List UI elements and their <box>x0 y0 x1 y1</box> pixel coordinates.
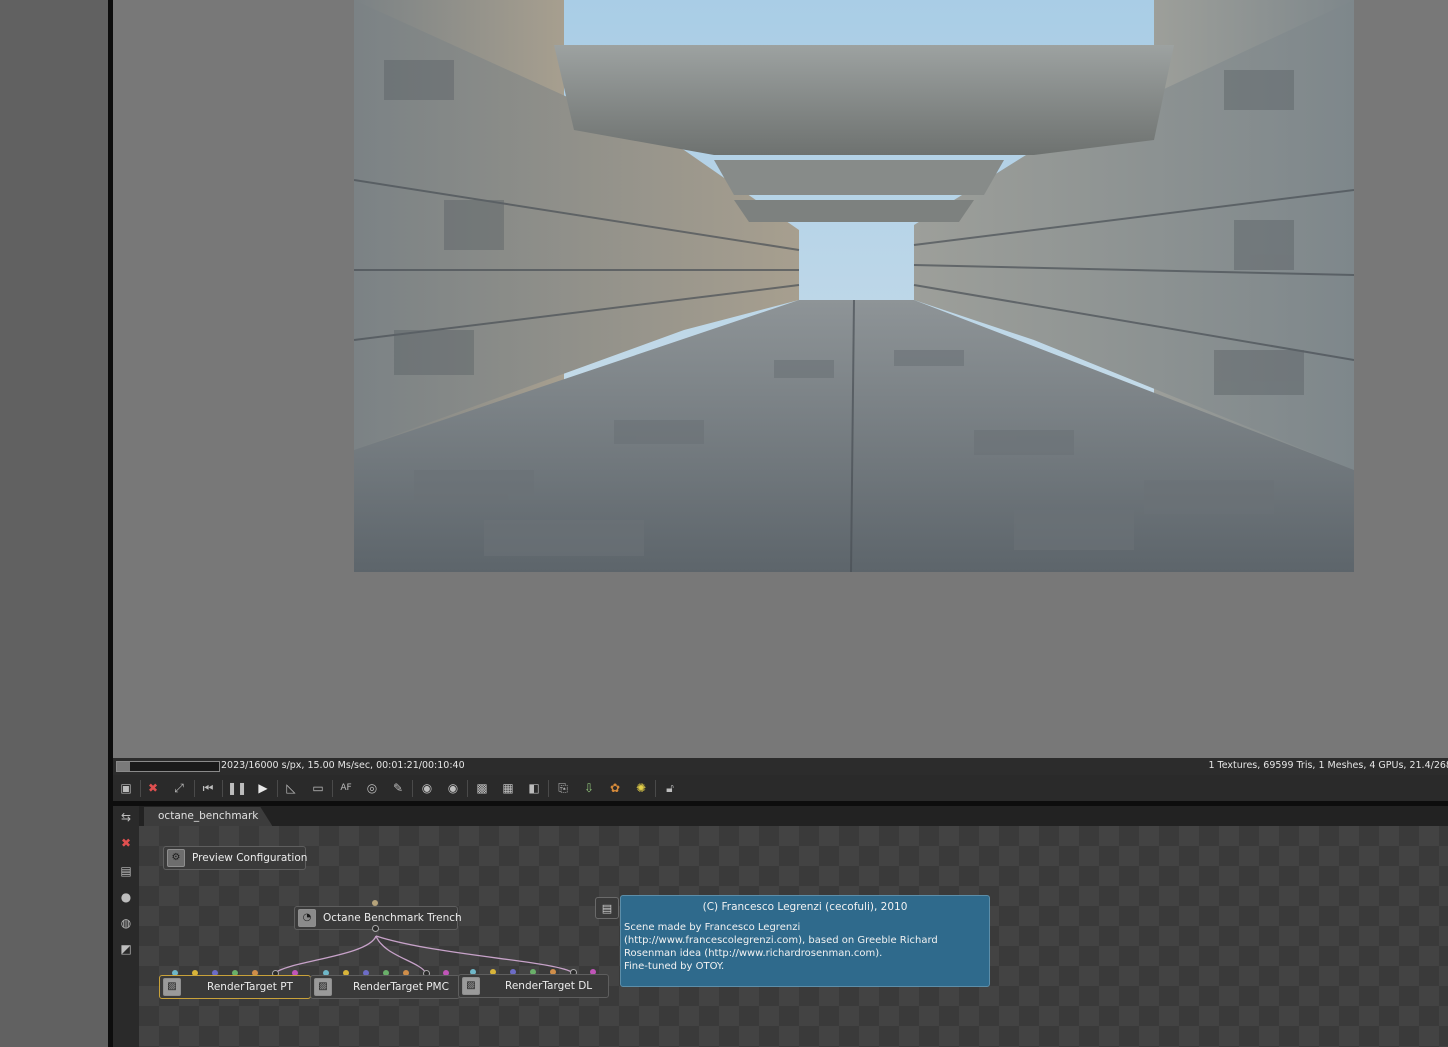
render-image-art <box>354 0 1354 572</box>
alpha-icon[interactable]: ▩ <box>473 779 491 797</box>
copy-icon[interactable]: ⎘ <box>554 779 572 797</box>
lock-icon[interactable]: 🔓︎ <box>661 779 679 797</box>
graph-geometry-icon[interactable]: ◩ <box>117 940 135 958</box>
comment-line: Scene made by Francesco Legrenzi <box>624 922 801 933</box>
comment-body: Scene made by Francesco Legrenzi (http:/… <box>624 921 979 973</box>
render-viewport[interactable] <box>113 0 1448 758</box>
restart-render-icon[interactable]: ⏮ <box>199 779 217 797</box>
render-progress-fill <box>117 762 130 771</box>
import-icon[interactable]: ⇩ <box>580 779 598 797</box>
node-render-target-pmc[interactable]: ▨ RenderTarget PMC <box>310 975 460 999</box>
render-progress-bar <box>116 761 220 772</box>
autofocus-label: AF <box>340 783 352 793</box>
graph-texture-icon[interactable]: ◍ <box>117 914 135 932</box>
save-render-icon[interactable]: ▣ <box>117 779 135 797</box>
graph-layout-icon[interactable]: ⇆ <box>117 808 135 826</box>
light-icon[interactable]: ✺ <box>632 779 650 797</box>
play-icon[interactable]: ▶ <box>254 779 272 797</box>
zoom-in-icon[interactable]: ◉ <box>418 779 436 797</box>
scene-stats-text: 1 Textures, 69599 Tris, 1 Meshes, 4 GPUs… <box>1208 760 1448 771</box>
pause-icon[interactable]: ❚❚ <box>227 779 247 797</box>
graph-material-icon[interactable]: ● <box>117 888 135 906</box>
toolbar-separator <box>222 780 223 797</box>
white-balance-icon[interactable]: ◎ <box>363 779 381 797</box>
toolbar-separator <box>467 780 468 797</box>
node-render-target-pt[interactable]: ▨ RenderTarget PT <box>159 975 311 999</box>
node-label: Octane Benchmark Trench <box>323 912 462 924</box>
comment-line: (http://www.francescolegrenzi.com), base… <box>624 935 938 946</box>
node-output-pin[interactable] <box>372 925 379 932</box>
material-picker-icon[interactable]: ✎ <box>389 779 407 797</box>
graph-tab-strip: octane_benchmark <box>139 806 1448 826</box>
clear-render-icon[interactable]: ✖ <box>144 779 162 797</box>
comment-title: (C) Francesco Legrenzi (cecofuli), 2010 <box>702 901 908 913</box>
region-icon[interactable]: ◧ <box>525 779 543 797</box>
preview-config-icon: ⚙ <box>167 849 185 867</box>
toolbar-separator <box>655 780 656 797</box>
comment-line: Rosenman idea (http://www.richardrosenma… <box>624 948 883 959</box>
graph-clear-icon[interactable]: ✖ <box>117 834 135 852</box>
node-label: RenderTarget PMC <box>353 981 449 993</box>
comment-icon: ▤ <box>595 897 619 919</box>
render-status-bar: 2023/16000 s/px, 15.00 Ms/sec, 00:01:21/… <box>113 758 1448 775</box>
toolbar-separator <box>140 780 141 797</box>
left-panel-gutter <box>0 0 108 1047</box>
render-stats-text: 2023/16000 s/px, 15.00 Ms/sec, 00:01:21/… <box>221 760 465 771</box>
recenter-view-icon[interactable]: ⤢ <box>170 779 188 797</box>
node-label: RenderTarget DL <box>505 980 593 992</box>
node-preview-configuration[interactable]: ⚙ Preview Configuration <box>163 846 308 870</box>
toolbar-separator <box>194 780 195 797</box>
node-label: Preview Configuration <box>192 852 308 864</box>
graph-side-toolbar: ⇆ ✖ ▤ ● ◍ ◩ <box>113 806 139 1047</box>
autofocus-icon[interactable]: AF <box>337 779 355 797</box>
node-label: RenderTarget PT <box>207 981 293 993</box>
tab-octane-benchmark[interactable]: octane_benchmark <box>144 807 272 826</box>
toolbar-separator <box>412 780 413 797</box>
node-graph-canvas[interactable]: ⚙ Preview Configuration ◔ Octane Benchma… <box>139 826 1448 1047</box>
wire-trench-to-dl <box>375 935 574 974</box>
toolbar-separator <box>332 780 333 797</box>
picker-icon[interactable]: ◺ <box>282 779 300 797</box>
render-toolbar: ▣ ✖ ⤢ ⏮ ❚❚ ▶ ◺ ▭ AF ◎ ✎ ◉ ◉ ▩ ▦ ◧ ⎘ ⇩ ✿ … <box>113 775 1448 801</box>
graph-node-icon[interactable]: ▤ <box>117 862 135 880</box>
realtime-icon[interactable]: ▭ <box>309 779 327 797</box>
node-render-target-dl[interactable]: ▨ RenderTarget DL <box>458 974 609 998</box>
toolbar-separator <box>277 780 278 797</box>
render-image <box>354 0 1354 572</box>
wire-trench-to-pt <box>274 935 377 974</box>
scene-icon: ◔ <box>298 909 316 927</box>
comment-node[interactable]: ▤ (C) Francesco Legrenzi (cecofuli), 201… <box>595 895 990 987</box>
checker-icon[interactable]: ▦ <box>499 779 517 797</box>
comment-line: Fine-tuned by OTOY. <box>624 961 725 972</box>
color-picker-icon[interactable]: ✿ <box>606 779 624 797</box>
render-target-icon: ▨ <box>314 978 332 996</box>
render-target-icon: ▨ <box>462 977 480 995</box>
zoom-out-icon[interactable]: ◉ <box>444 779 462 797</box>
render-target-icon: ▨ <box>163 978 181 996</box>
toolbar-separator <box>548 780 549 797</box>
wire-trench-to-pmc <box>375 935 427 974</box>
